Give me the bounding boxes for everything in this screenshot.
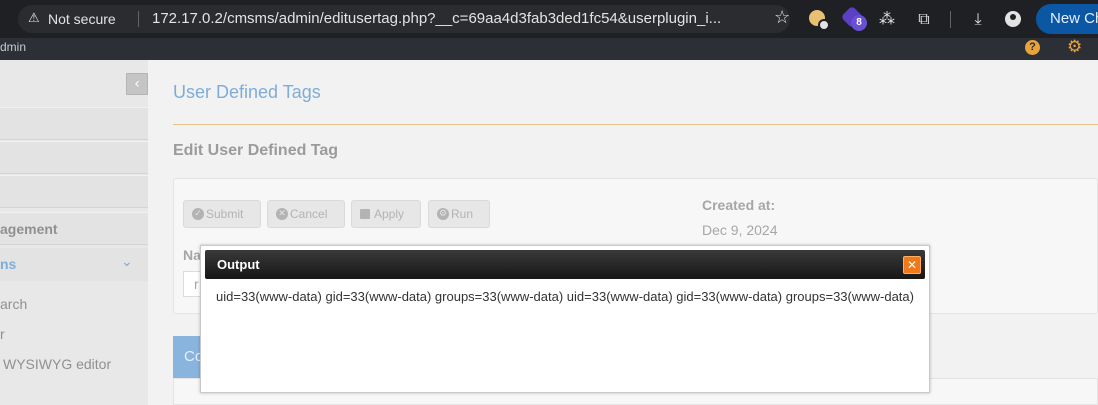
bookmark-star-icon[interactable]: ☆	[774, 7, 790, 28]
extensions-puzzle-icon[interactable]: ⧉	[914, 9, 934, 29]
minus-badge-icon	[818, 19, 830, 31]
omnibox-divider	[138, 11, 139, 27]
cookie-extension-icon[interactable]	[808, 9, 830, 31]
toolbar-divider	[950, 11, 951, 28]
download-icon[interactable]: ⤓	[968, 9, 988, 29]
help-icon[interactable]: ?	[1025, 40, 1040, 55]
shield-extension-icon[interactable]: 8	[840, 5, 867, 31]
address-bar[interactable]: ⚠ Not secure 172.17.0.2/cmsms/admin/edit…	[18, 5, 790, 33]
extension-dots-icon[interactable]: ⁂	[877, 9, 897, 29]
warning-icon: ⚠	[28, 11, 40, 26]
dialog-titlebar[interactable]: Output ✕	[205, 250, 925, 279]
output-dialog: Output ✕ uid=33(www-data) gid=33(www-dat…	[200, 245, 930, 393]
avatar-face	[1010, 14, 1016, 20]
dialog-title: Output	[217, 257, 260, 272]
cms-header-bar: dmin ? ⚙	[0, 38, 1098, 60]
user-name[interactable]: dmin	[0, 40, 26, 54]
close-icon[interactable]: ✕	[903, 256, 921, 274]
extension-badge: 8	[851, 15, 867, 31]
profile-avatar-icon[interactable]	[1003, 9, 1023, 29]
dialog-output-text: uid=33(www-data) gid=33(www-data) groups…	[216, 289, 914, 304]
browser-toolbar: ⚠ Not secure 172.17.0.2/cmsms/admin/edit…	[0, 0, 1098, 38]
gear-icon[interactable]: ⚙	[1067, 38, 1082, 56]
url-text[interactable]: 172.17.0.2/cmsms/admin/editusertag.php?_…	[152, 10, 764, 28]
security-indicator[interactable]: Not secure	[48, 11, 116, 27]
new-chrome-button[interactable]: New Ch	[1036, 4, 1098, 34]
